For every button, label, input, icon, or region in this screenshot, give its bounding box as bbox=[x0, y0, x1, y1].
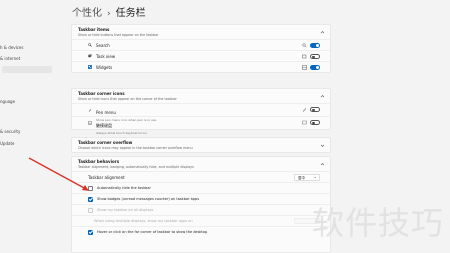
option-label: Show my taskbar on all displays bbox=[97, 208, 154, 212]
widgets-icon bbox=[88, 65, 92, 69]
option-label: Automatically hide the taskbar bbox=[97, 186, 151, 190]
watermark: 软件技巧 bbox=[311, 204, 444, 242]
section-subtitle: Choose which icons may appear in the tas… bbox=[78, 146, 193, 150]
show-badges-checkbox[interactable] bbox=[88, 196, 93, 202]
pen-icon bbox=[88, 109, 92, 112]
row-text: 触摸键盘 Always show touch keyboard icon bbox=[96, 112, 147, 135]
section-title: Taskbar items bbox=[78, 27, 110, 32]
sidebar-item-network[interactable]: & internet bbox=[0, 56, 20, 61]
auto-hide-checkbox[interactable] bbox=[88, 185, 93, 191]
chevron-up-icon[interactable] bbox=[320, 94, 325, 99]
corner-overflow-header[interactable]: Taskbar corner overflow Choose which ico… bbox=[72, 138, 330, 152]
search-icon bbox=[88, 43, 92, 47]
settings-sidebar: h & devices & internet nguage & security… bbox=[0, 0, 60, 253]
sidebar-item-privacy[interactable]: & security bbox=[0, 129, 20, 134]
widgets-toggle[interactable] bbox=[310, 65, 320, 70]
auto-hide-row[interactable]: Automatically hide the taskbar bbox=[72, 182, 330, 193]
row-label: Search bbox=[96, 42, 110, 48]
taskbar-behaviors-section: Taskbar behaviors Taskbar alignment, bad… bbox=[71, 156, 331, 253]
taskbar-item-task-view: Task view bbox=[72, 50, 330, 61]
section-title: Taskbar behaviors bbox=[78, 159, 120, 164]
corner-item-touch-keyboard: 触摸键盘 Always show touch keyboard icon bbox=[72, 116, 330, 135]
show-desktop-row[interactable]: Hover or click on the far corner of task… bbox=[72, 226, 330, 237]
sidebar-item-personalization[interactable] bbox=[2, 66, 52, 73]
pen-menu-toggle[interactable] bbox=[310, 107, 320, 112]
taskbar-items-section: Taskbar items Show or hide buttons that … bbox=[71, 24, 331, 73]
taskbar-alignment-row: Taskbar alignment 居中 bbox=[72, 171, 330, 182]
row-label: Task view bbox=[96, 53, 116, 59]
breadcrumb-parent[interactable]: 个性化 bbox=[72, 8, 102, 19]
show-desktop-checkbox[interactable] bbox=[88, 229, 93, 235]
multiple-displays-row: When using multiple displays, show my ta… bbox=[72, 215, 330, 226]
corner-overflow-section[interactable]: Taskbar corner overflow Choose which ico… bbox=[71, 137, 331, 153]
chevron-up-icon[interactable] bbox=[320, 162, 325, 167]
search-glyph-icon bbox=[302, 43, 307, 48]
section-title: Taskbar corner overflow bbox=[78, 140, 133, 145]
search-toggle[interactable] bbox=[310, 43, 320, 48]
option-label: When using multiple displays, show my ta… bbox=[94, 219, 193, 223]
show-badges-row[interactable]: Show badges (unread messages counter) on… bbox=[72, 193, 330, 204]
row-label: 触摸键盘 bbox=[96, 122, 112, 128]
option-label: Show badges (unread messages counter) on… bbox=[97, 197, 200, 201]
row-label: Widgets bbox=[96, 64, 113, 70]
keyboard-glyph-icon bbox=[302, 120, 307, 125]
sidebar-item-update[interactable]: Update bbox=[0, 141, 15, 146]
taskbar-item-widgets: Widgets bbox=[72, 61, 330, 72]
section-subtitle: Show or hide buttons that appear on the … bbox=[78, 33, 159, 37]
page-title: 任务栏 bbox=[115, 8, 146, 19]
alignment-label: Taskbar alignment bbox=[88, 174, 125, 180]
breadcrumb: 个性化 › 任务栏 bbox=[72, 4, 146, 19]
sidebar-item-time-language[interactable]: nguage bbox=[0, 99, 15, 104]
alignment-select[interactable]: 居中 bbox=[294, 174, 320, 181]
task-view-toggle[interactable] bbox=[310, 54, 320, 59]
corner-icons-section: Taskbar corner icons Show or hide icons … bbox=[71, 88, 331, 135]
taskbar-behaviors-header[interactable]: Taskbar behaviors Taskbar alignment, bad… bbox=[72, 157, 330, 171]
row-sublabel: Always show touch keyboard icon bbox=[96, 130, 147, 135]
section-title: Taskbar corner icons bbox=[78, 91, 125, 96]
keyboard-icon bbox=[88, 121, 92, 125]
section-subtitle: Taskbar alignment, badging, automaticall… bbox=[78, 165, 194, 169]
widgets-glyph-icon bbox=[302, 65, 307, 70]
all-displays-row: Show my taskbar on all displays bbox=[72, 204, 330, 215]
chevron-down-icon[interactable] bbox=[320, 143, 325, 148]
task-view-icon bbox=[88, 54, 92, 58]
all-displays-checkbox bbox=[88, 207, 93, 213]
option-label: Hover or click on the far corner of task… bbox=[97, 230, 208, 234]
task-view-glyph-icon bbox=[302, 54, 307, 59]
taskbar-item-search: Search bbox=[72, 39, 330, 50]
chevron-right-icon: › bbox=[107, 9, 111, 19]
chevron-up-icon[interactable] bbox=[320, 30, 325, 35]
taskbar-items-header[interactable]: Taskbar items Show or hide buttons that … bbox=[72, 25, 330, 39]
pen-glyph-icon bbox=[302, 108, 307, 112]
sidebar-item-bluetooth[interactable]: h & devices bbox=[0, 45, 23, 50]
touch-keyboard-toggle[interactable] bbox=[310, 120, 320, 125]
